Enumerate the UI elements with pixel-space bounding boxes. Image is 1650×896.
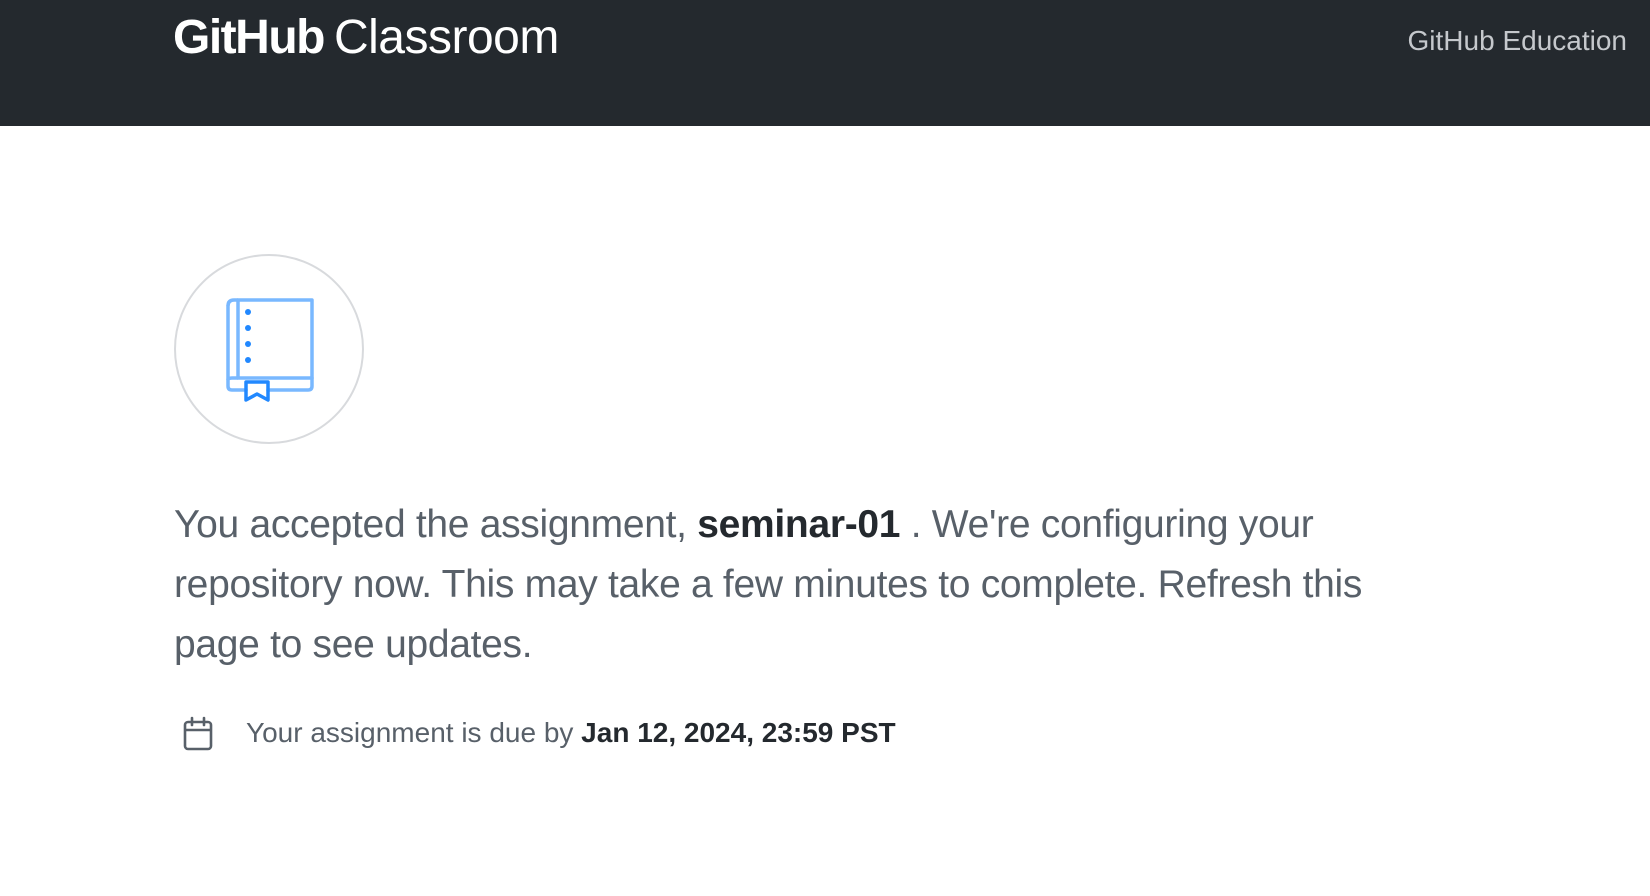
- assignment-accepted-message: You accepted the assignment, seminar-01 …: [174, 495, 1424, 675]
- github-classroom-logo[interactable]: GitHub Classroom: [173, 12, 559, 64]
- assignment-name: seminar-01: [697, 503, 901, 546]
- repo-book-icon: [226, 298, 314, 402]
- assignment-icon-circle: [174, 254, 364, 444]
- due-label: Your assignment is due by: [246, 717, 574, 748]
- due-date: Jan 12, 2024, 23:59 PST: [581, 717, 896, 748]
- brand-github: GitHub: [173, 11, 325, 64]
- brand-classroom: Classroom: [333, 11, 559, 64]
- github-education-link[interactable]: GitHub Education: [1408, 24, 1627, 58]
- calendar-icon: [183, 716, 213, 751]
- message-prefix: You accepted the assignment,: [174, 503, 698, 546]
- top-header: GitHub Classroom GitHub Education: [0, 0, 1650, 126]
- due-text: Your assignment is due by Jan 12, 2024, …: [246, 716, 896, 750]
